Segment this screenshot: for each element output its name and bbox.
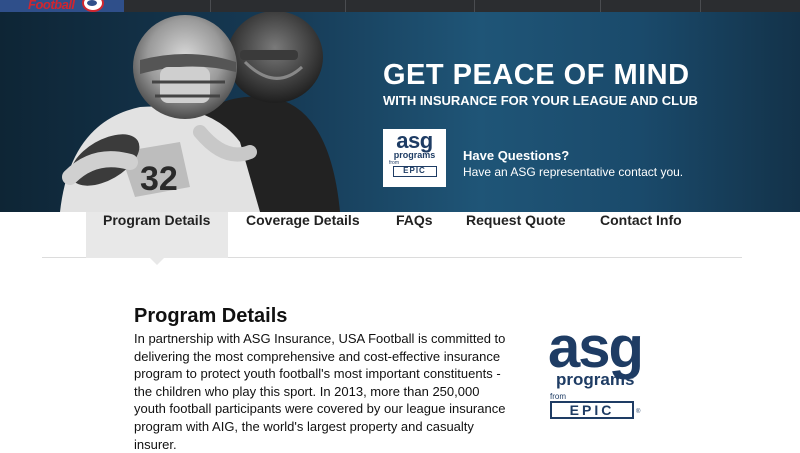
asg-programs-epic-logo: asg programs from EPIC ®	[546, 319, 666, 425]
program-description: In partnership with ASG Insurance, USA F…	[134, 331, 506, 452]
side-logo-from: from	[550, 392, 566, 401]
section-title: Program Details	[134, 305, 288, 327]
side-logo-asg: asg	[548, 315, 644, 380]
asg-logo-text: asg	[396, 128, 433, 153]
nav-separator	[700, 0, 701, 12]
hero-subtitle: WITH INSURANCE FOR YOUR LEAGUE AND CLUB	[383, 93, 698, 108]
hero-banner: 32 GET PEACE OF MIND WITH INSURANCE FOR …	[0, 12, 800, 212]
side-logo-registered: ®	[636, 409, 641, 415]
tab-contact-info[interactable]: Contact Info	[600, 212, 682, 258]
program-tabs: Program Details Coverage Details FAQs Re…	[0, 212, 800, 265]
asg-logo-epic: EPIC	[392, 166, 437, 177]
football-logo-icon	[82, 0, 104, 12]
tab-request-quote[interactable]: Request Quote	[466, 212, 566, 258]
nav-separator	[210, 0, 211, 12]
tab-program-details[interactable]: Program Details	[86, 212, 228, 265]
nav-separator	[474, 0, 475, 12]
contact-representative-link[interactable]: Have an ASG representative contact you.	[463, 165, 683, 179]
nav-separator	[600, 0, 601, 12]
asg-programs-logo: asg programs from EPIC	[383, 129, 446, 187]
hero-title: GET PEACE OF MIND	[383, 59, 690, 91]
tab-coverage-details[interactable]: Coverage Details	[246, 212, 360, 258]
nav-separator	[345, 0, 346, 12]
asg-logo-programs: programs	[393, 150, 436, 160]
youth-football-players-photo: 32	[60, 12, 340, 212]
side-logo-epic: EPIC	[550, 401, 634, 419]
logo-wordmark: Football	[28, 0, 75, 12]
side-logo-programs: programs	[556, 370, 635, 389]
have-questions-link[interactable]: Have Questions?	[463, 148, 569, 163]
tab-faqs[interactable]: FAQs	[396, 212, 433, 258]
svg-text:32: 32	[140, 160, 178, 198]
